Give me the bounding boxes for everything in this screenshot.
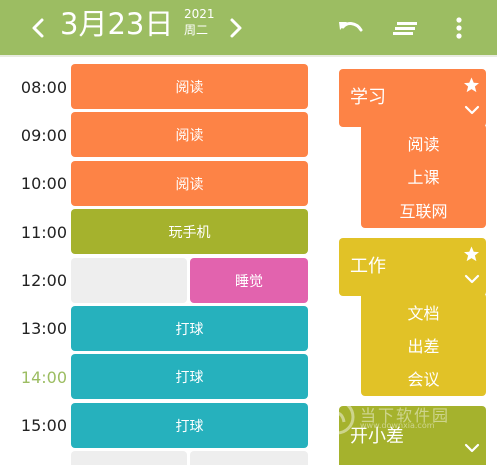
chevron-down-icon[interactable] [464,274,480,284]
empty-slot[interactable] [71,451,187,465]
schedule-block[interactable]: 阅读 [71,112,308,157]
sort-button[interactable] [388,0,422,55]
sort-lines-icon [393,21,417,35]
time-label: 13:00 [20,319,67,338]
chevron-down-icon[interactable] [464,105,480,115]
empty-slot[interactable] [71,258,187,303]
time-label: 12:00 [20,271,67,290]
date-label[interactable]: 3月23日 [60,4,173,44]
category-item[interactable]: 会议 [361,370,486,390]
schedule-block[interactable]: 阅读 [71,64,308,109]
undo-icon [339,21,363,31]
category-item[interactable]: 上课 [361,168,486,188]
more-button[interactable] [446,0,472,55]
schedule-block[interactable]: 阅读 [71,161,308,206]
undo-button[interactable] [334,0,368,55]
category-item[interactable]: 出差 [361,337,486,357]
time-label: 09:00 [20,126,67,145]
empty-slot[interactable] [190,451,308,465]
chevron-down-icon[interactable] [464,443,480,453]
category-item[interactable]: 阅读 [361,135,486,155]
watermark: 当下软件园 www.downxia.com [318,398,478,435]
category-item[interactable]: 互联网 [361,202,486,222]
category-card-study[interactable]: 学习 [339,69,486,127]
app-header: 3月23日 2021 周二 [0,0,497,55]
category-items-study: 阅读 上课 互联网 [361,124,486,228]
schedule-block[interactable]: 玩手机 [71,209,308,254]
time-label: 08:00 [20,78,67,97]
category-card-work[interactable]: 工作 [339,238,486,296]
chevron-left-icon [32,18,44,37]
time-label: 10:00 [20,174,67,193]
star-icon[interactable] [462,76,481,94]
header-divider [0,55,497,57]
star-icon[interactable] [462,245,481,263]
next-day-button[interactable] [224,0,248,55]
time-label: 11:00 [20,223,67,242]
watermark-logo-icon [319,399,355,435]
time-label: 15:00 [20,416,67,435]
chevron-right-icon [230,18,242,37]
weekday-label: 周二 [184,23,209,37]
schedule-block[interactable]: 打球 [71,354,308,399]
category-title: 学习 [350,87,386,108]
schedule-block[interactable]: 打球 [71,306,308,351]
category-items-work: 文档 出差 会议 [361,293,486,396]
schedule-block[interactable]: 打球 [71,403,308,448]
watermark-subtext: www.downxia.com [360,421,435,430]
current-time-label: 14:00 [20,368,67,387]
prev-day-button[interactable] [26,0,50,55]
more-vertical-icon [456,16,462,39]
category-title: 工作 [350,256,386,277]
schedule-block[interactable]: 睡觉 [190,258,308,303]
category-item[interactable]: 文档 [361,304,486,324]
year-label: 2021 [184,7,215,21]
